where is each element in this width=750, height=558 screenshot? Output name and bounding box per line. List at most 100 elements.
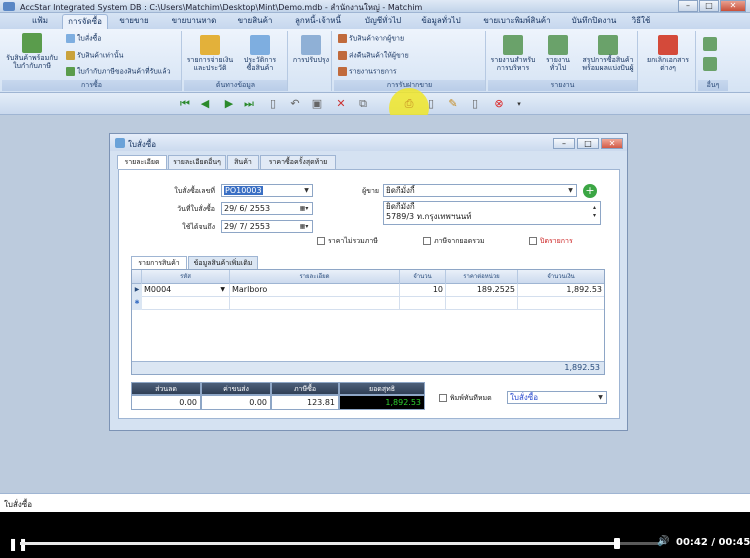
calendar-icon[interactable]: ▦▾ — [297, 222, 311, 231]
vendor-address-field[interactable]: ยิดกีมั่งกี้ 5789/3 ท.กรุงเทพฯนนท์ ▴ ▾ — [383, 201, 601, 225]
chevron-down-icon[interactable]: ▼ — [302, 186, 311, 195]
other-tool-2-icon[interactable] — [703, 57, 717, 71]
net-total-box: ยอดสุทธิ 1,892.53 — [339, 382, 425, 412]
child-close-button[interactable]: ✕ — [601, 138, 623, 149]
edit-icon[interactable]: ✎ — [446, 97, 460, 111]
close-form-icon[interactable]: ⊗ — [492, 97, 506, 111]
shipping-field[interactable]: 0.00 — [201, 395, 271, 410]
print-now-checkbox[interactable]: พิมพ์ทันทีหมด — [439, 393, 492, 404]
discount-field[interactable]: 0.00 — [131, 395, 201, 410]
volume-icon[interactable]: 🔊 — [657, 536, 669, 547]
tab-last-price[interactable]: ราคาซื้อครั้งสุดท้าย — [260, 155, 336, 169]
vat-from-total-checkbox[interactable]: ภาษีจากยอดรวม — [423, 236, 485, 247]
purchase-order-button[interactable]: ใบสั่งซื้อ — [66, 34, 102, 44]
dropdown-icon[interactable]: ▾ — [512, 97, 526, 111]
general-report-button[interactable]: รายงานทั่วไป — [538, 35, 578, 72]
receive-only-button[interactable]: รับสินค้าเท่านั้น — [66, 51, 123, 61]
po-date-field[interactable]: 29/ 6/ 2553 ▦▾ — [221, 202, 313, 215]
cell-unit-price[interactable] — [446, 297, 518, 310]
table-row-new[interactable]: ✱ — [132, 297, 604, 310]
summary-report-icon — [598, 35, 618, 55]
tab-close-period[interactable]: บันทึกปิดงาน — [568, 14, 620, 29]
consign-report-icon — [338, 67, 347, 76]
tab-item-extra[interactable]: ข้อมูลสินค้าเพิ่มเติม — [188, 256, 258, 269]
cell-code[interactable]: M0004 ▼ — [142, 284, 230, 297]
chevron-down-icon[interactable]: ▼ — [566, 186, 575, 195]
vendor-field[interactable]: ยิดกีมั่งกี้ ▼ — [383, 184, 577, 197]
tab-sales[interactable]: ขายขาย — [114, 14, 154, 29]
receive-goods-button[interactable]: รับสินค้าพร้อมกับ ใบกำกับภาษี — [4, 33, 60, 70]
exclude-vat-checkbox[interactable]: ราคาไม่รวมภาษี — [317, 236, 378, 247]
export-icon[interactable]: ▯ — [468, 97, 482, 111]
cell-amount[interactable]: 1,892.53 — [518, 284, 604, 297]
cell-qty[interactable] — [400, 297, 446, 310]
chevron-down-icon[interactable]: ▼ — [220, 284, 225, 296]
chevron-down-icon[interactable]: ▼ — [596, 393, 605, 402]
scroll-arrows-icon[interactable]: ▴ ▾ — [590, 204, 599, 222]
new-row-icon: ✱ — [132, 297, 142, 310]
po-number-field[interactable]: PO10003 ▼ — [221, 184, 313, 197]
preview-icon[interactable]: ▯ — [424, 97, 438, 111]
purchase-history-button[interactable]: ประวัติการ ซื้อสินค้า — [236, 35, 284, 72]
cell-description[interactable]: Marlboro — [230, 284, 400, 297]
tab-products[interactable]: สินค้า — [227, 155, 259, 169]
close-button[interactable]: ✕ — [720, 0, 746, 12]
adjust-button[interactable]: การปรับปรุง — [292, 35, 330, 64]
vat-box: ภาษีซื้อ 123.81 — [271, 382, 339, 412]
ribbon-group-consign: รับสินค้าจากผู้ขาย ส่งคืนสินค้าให้ผู้ขาย… — [334, 31, 486, 91]
tab-item-list[interactable]: รายการสินค้า — [131, 256, 187, 269]
tab-general-ledger[interactable]: บัญชีทั่วไป — [358, 14, 408, 29]
tax-invoice-button[interactable]: ใบกำกับภาษีของสินค้าที่รับแล้ว — [66, 67, 171, 77]
column-header-code[interactable]: รหัส — [142, 270, 230, 284]
maximize-button[interactable]: □ — [699, 0, 719, 12]
cell-description[interactable] — [230, 297, 400, 310]
tab-products[interactable]: ขายสินค้า — [232, 14, 278, 29]
print-icon[interactable]: ⎙ — [402, 97, 416, 111]
shipping-label: ค่าขนส่ง — [201, 382, 271, 395]
cancel-documents-button[interactable]: ยกเลิกเอกสารต่างๆ — [642, 35, 694, 72]
management-report-button[interactable]: รายงานสำหรับ การบริหาร — [490, 35, 536, 72]
child-maximize-button[interactable]: □ — [577, 138, 599, 149]
print-template-select[interactable]: ใบสั่งซื้อ ▼ — [507, 391, 607, 404]
cell-unit-price[interactable]: 189.2525 — [446, 284, 518, 297]
grid-footer: 1,892.53 — [132, 361, 604, 374]
consign-receive-button[interactable]: รับสินค้าจากผู้ขาย — [338, 34, 404, 44]
tab-ar-ap[interactable]: ลูกหนี้-เจ้าหนี้ — [290, 14, 346, 29]
child-minimize-button[interactable]: – — [553, 138, 575, 149]
tab-general-data[interactable]: ข้อมูลทั่วไป — [416, 14, 466, 29]
history-icon — [250, 35, 270, 55]
tab-details[interactable]: รายละเอียด — [117, 155, 167, 169]
grid-total: 1,892.53 — [564, 363, 600, 372]
other-tool-icon[interactable] — [703, 37, 717, 51]
consign-report-button[interactable]: รายงานรายการ — [338, 67, 397, 77]
closed-checkbox[interactable]: ปิดรายการ — [529, 236, 573, 247]
management-report-icon — [503, 35, 523, 55]
purchase-summary-button[interactable]: สรุปการซื้อสินค้า พร้อมผลแบ่งปันผู้ — [580, 35, 636, 72]
column-header-qty[interactable]: จำนวน — [400, 270, 446, 284]
cell-code[interactable] — [142, 297, 230, 310]
seek-handle[interactable] — [614, 538, 621, 549]
tab-purchasing[interactable]: การจัดซื้อ — [62, 14, 108, 29]
column-header-unit-price[interactable]: ราคาต่อหน่วย — [446, 270, 518, 284]
column-header-description[interactable]: รายละเอียด — [230, 270, 400, 284]
consign-return-button[interactable]: ส่งคืนสินค้าให้ผู้ขาย — [338, 51, 409, 61]
tab-product-print[interactable]: ขายเบาะพิมพ์สินค้า — [476, 14, 558, 29]
seek-bar[interactable] — [20, 538, 660, 549]
due-date-field[interactable]: 29/ 7/ 2553 ▦▾ — [221, 220, 313, 233]
tab-help[interactable]: วิธีใช้ — [626, 14, 656, 29]
table-row[interactable]: ▶ M0004 ▼ Marlboro 10 189.2525 1,892.53 — [132, 284, 604, 297]
ribbon: รับสินค้าพร้อมกับ ใบกำกับภาษี ใบสั่งซื้อ… — [0, 29, 750, 93]
vendor-label: ผู้ขาย — [362, 187, 379, 195]
add-vendor-button[interactable]: + — [583, 184, 597, 198]
box-icon — [66, 51, 75, 60]
tab-file[interactable]: แฟ้ม — [22, 14, 58, 29]
cell-amount[interactable] — [518, 297, 604, 310]
column-header-amount[interactable]: จำนวนเงิน — [518, 270, 604, 284]
app-icon[interactable] — [3, 2, 15, 11]
calendar-icon[interactable]: ▦▾ — [297, 204, 311, 213]
minimize-button[interactable]: – — [678, 0, 698, 12]
tab-other-details[interactable]: รายละเอียดอื่นๆ — [168, 155, 226, 169]
po-report-button[interactable]: รายการจ่ายเงิน และประวัติ — [186, 35, 234, 72]
cell-qty[interactable]: 10 — [400, 284, 446, 297]
tab-sales-2[interactable]: ขายบานหาด — [168, 14, 220, 29]
